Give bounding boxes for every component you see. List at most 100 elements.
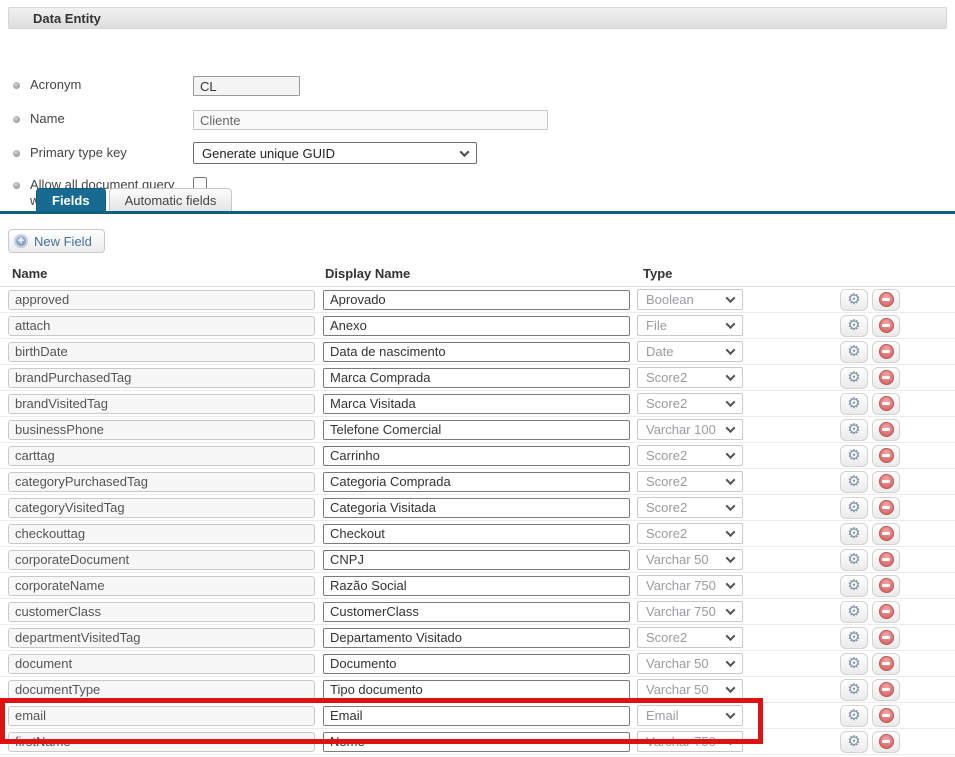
settings-button[interactable]: ⚙ xyxy=(840,601,868,623)
acronym-input[interactable] xyxy=(193,76,300,96)
type-select[interactable]: Score2 xyxy=(637,367,743,388)
type-select[interactable]: Varchar 50 xyxy=(637,679,743,700)
settings-button[interactable]: ⚙ xyxy=(840,575,868,597)
settings-button[interactable]: ⚙ xyxy=(840,731,868,753)
field-name-input[interactable] xyxy=(8,524,315,544)
field-name-input[interactable] xyxy=(8,290,315,310)
settings-button[interactable]: ⚙ xyxy=(840,653,868,675)
type-select[interactable]: Varchar 750 xyxy=(637,601,743,622)
settings-button[interactable]: ⚙ xyxy=(840,341,868,363)
type-select[interactable]: Varchar 50 xyxy=(637,653,743,674)
remove-icon xyxy=(879,552,894,567)
tab-automatic-fields[interactable]: Automatic fields xyxy=(109,188,233,211)
display-name-input[interactable] xyxy=(323,680,630,700)
remove-button[interactable] xyxy=(872,627,900,649)
remove-button[interactable] xyxy=(872,445,900,467)
tab-fields[interactable]: Fields xyxy=(36,188,106,211)
display-name-input[interactable] xyxy=(323,498,630,518)
field-name-input[interactable] xyxy=(8,732,315,752)
remove-button[interactable] xyxy=(872,289,900,311)
field-name-input[interactable] xyxy=(8,472,315,492)
gear-icon: ⚙ xyxy=(847,734,860,749)
type-select[interactable]: File xyxy=(637,315,743,336)
settings-button[interactable]: ⚙ xyxy=(840,627,868,649)
display-name-input[interactable] xyxy=(323,576,630,596)
remove-button[interactable] xyxy=(872,497,900,519)
type-select[interactable]: Score2 xyxy=(637,393,743,414)
type-select[interactable]: Varchar 750 xyxy=(637,731,743,752)
field-name-input[interactable] xyxy=(8,654,315,674)
table-row: Score2 ⚙ xyxy=(0,391,955,417)
type-select[interactable]: Score2 xyxy=(637,627,743,648)
primary-type-key-select[interactable]: Generate unique GUID xyxy=(193,142,477,164)
settings-button[interactable]: ⚙ xyxy=(840,549,868,571)
remove-button[interactable] xyxy=(872,367,900,389)
name-input[interactable] xyxy=(193,110,548,130)
display-name-input[interactable] xyxy=(323,628,630,648)
display-name-input[interactable] xyxy=(323,420,630,440)
settings-button[interactable]: ⚙ xyxy=(840,315,868,337)
settings-button[interactable]: ⚙ xyxy=(840,419,868,441)
field-name-input[interactable] xyxy=(8,446,315,466)
remove-button[interactable] xyxy=(872,523,900,545)
field-name-input[interactable] xyxy=(8,602,315,622)
remove-button[interactable] xyxy=(872,393,900,415)
display-name-input[interactable] xyxy=(323,706,630,726)
type-select[interactable]: Score2 xyxy=(637,445,743,466)
settings-button[interactable]: ⚙ xyxy=(840,679,868,701)
remove-button[interactable] xyxy=(872,575,900,597)
display-name-input[interactable] xyxy=(323,394,630,414)
field-name-input[interactable] xyxy=(8,706,315,726)
new-field-button[interactable]: + New Field xyxy=(8,229,105,253)
field-name-input[interactable] xyxy=(8,680,315,700)
field-name-input[interactable] xyxy=(8,576,315,596)
type-select[interactable]: Score2 xyxy=(637,497,743,518)
remove-button[interactable] xyxy=(872,731,900,753)
field-name-input[interactable] xyxy=(8,394,315,414)
display-name-input[interactable] xyxy=(323,472,630,492)
type-select[interactable]: Varchar 50 xyxy=(637,549,743,570)
settings-button[interactable]: ⚙ xyxy=(840,289,868,311)
type-select[interactable]: Score2 xyxy=(637,471,743,492)
type-select[interactable]: Email xyxy=(637,705,743,726)
display-name-input[interactable] xyxy=(323,732,630,752)
remove-button[interactable] xyxy=(872,601,900,623)
display-name-input[interactable] xyxy=(323,342,630,362)
field-name-input[interactable] xyxy=(8,342,315,362)
field-name-input[interactable] xyxy=(8,498,315,518)
type-select[interactable]: Boolean xyxy=(637,289,743,310)
display-name-input[interactable] xyxy=(323,524,630,544)
settings-button[interactable]: ⚙ xyxy=(840,497,868,519)
settings-button[interactable]: ⚙ xyxy=(840,523,868,545)
settings-button[interactable]: ⚙ xyxy=(840,367,868,389)
chevron-down-icon xyxy=(726,293,736,303)
field-name-input[interactable] xyxy=(8,420,315,440)
type-select[interactable]: Score2 xyxy=(637,523,743,544)
remove-button[interactable] xyxy=(872,549,900,571)
display-name-input[interactable] xyxy=(323,446,630,466)
display-name-input[interactable] xyxy=(323,654,630,674)
type-select[interactable]: Varchar 750 xyxy=(637,575,743,596)
settings-button[interactable]: ⚙ xyxy=(840,445,868,467)
type-select[interactable]: Varchar 100 xyxy=(637,419,743,440)
display-name-input[interactable] xyxy=(323,550,630,570)
field-name-input[interactable] xyxy=(8,368,315,388)
display-name-input[interactable] xyxy=(323,290,630,310)
field-name-input[interactable] xyxy=(8,550,315,570)
display-name-input[interactable] xyxy=(323,602,630,622)
type-select[interactable]: Date xyxy=(637,341,743,362)
remove-button[interactable] xyxy=(872,419,900,441)
field-name-input[interactable] xyxy=(8,628,315,648)
remove-button[interactable] xyxy=(872,341,900,363)
settings-button[interactable]: ⚙ xyxy=(840,393,868,415)
remove-button[interactable] xyxy=(872,679,900,701)
settings-button[interactable]: ⚙ xyxy=(840,471,868,493)
remove-button[interactable] xyxy=(872,471,900,493)
field-name-input[interactable] xyxy=(8,316,315,336)
display-name-input[interactable] xyxy=(323,368,630,388)
display-name-input[interactable] xyxy=(323,316,630,336)
remove-button[interactable] xyxy=(872,315,900,337)
settings-button[interactable]: ⚙ xyxy=(840,705,868,727)
remove-button[interactable] xyxy=(872,705,900,727)
remove-button[interactable] xyxy=(872,653,900,675)
